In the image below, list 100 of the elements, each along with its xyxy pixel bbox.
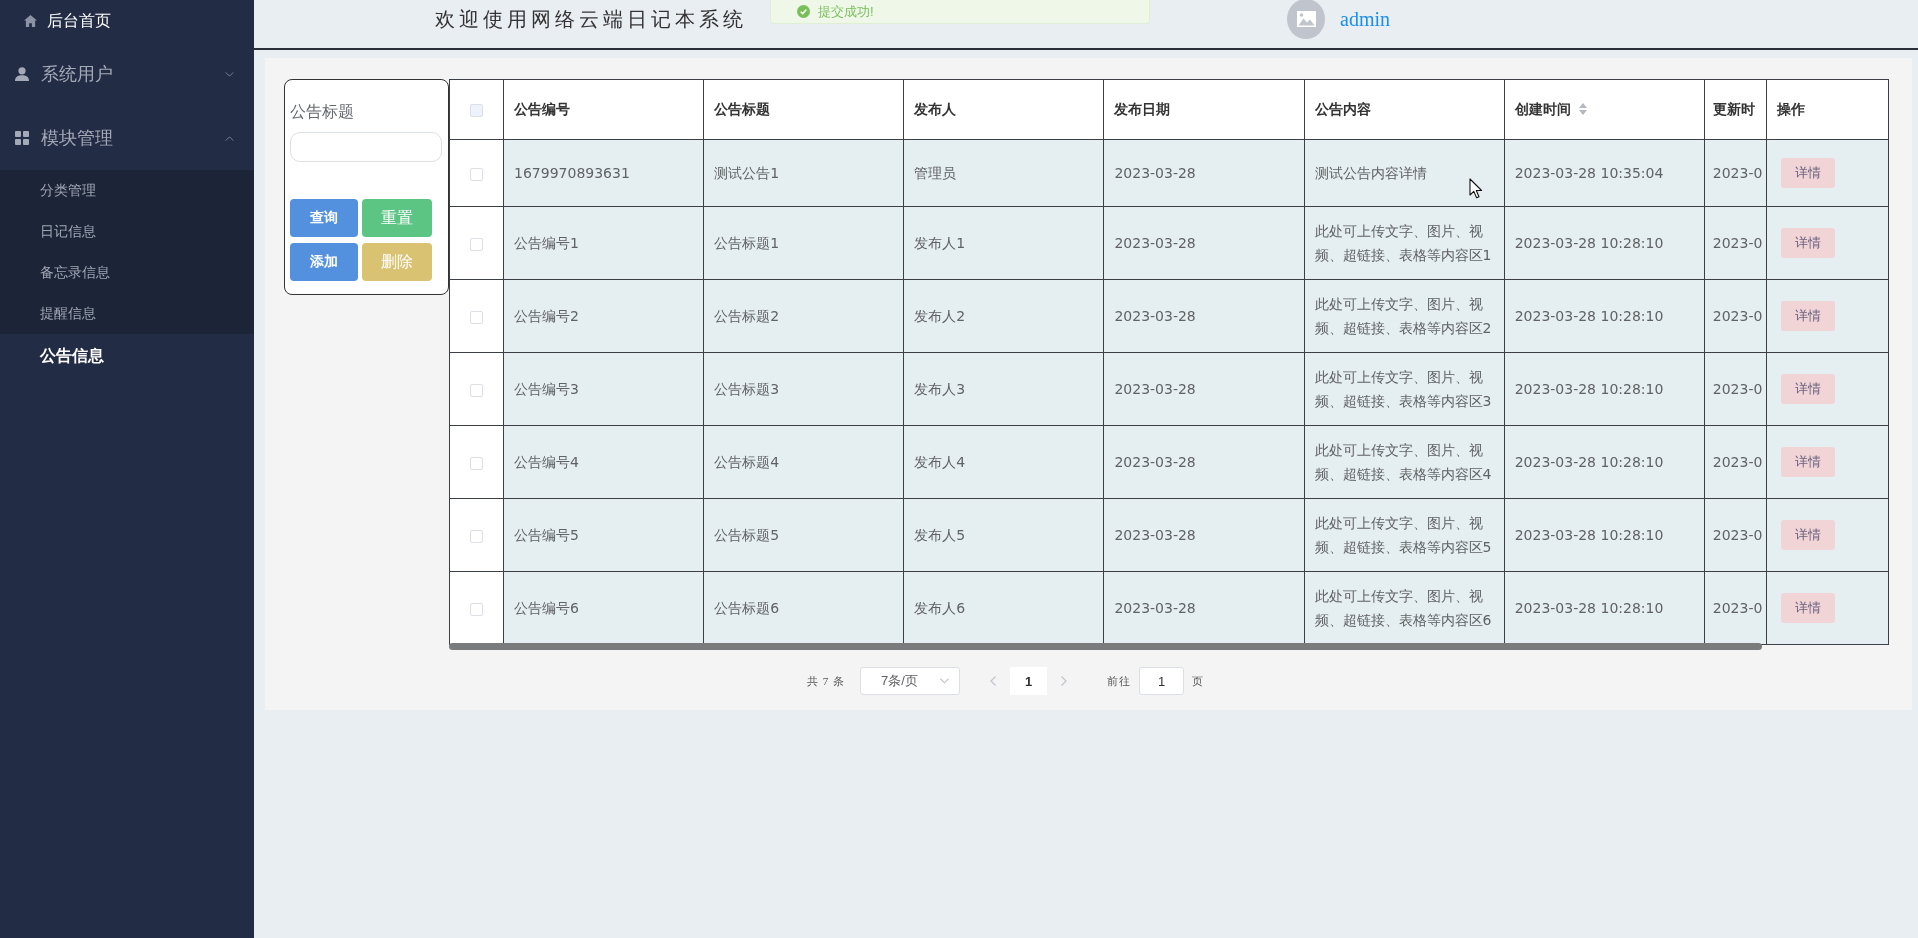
table-cell: 2023-03-28 — [1103, 279, 1305, 353]
sidebar-menu-item[interactable]: 模块管理 — [0, 106, 254, 170]
table-cell: 发布人6 — [903, 571, 1104, 645]
page-size-select[interactable]: 7条/页 — [860, 667, 960, 695]
column-header: 公告标题 — [703, 79, 904, 140]
details-button[interactable]: 详情 — [1780, 520, 1835, 550]
row-checkbox[interactable] — [470, 529, 483, 543]
page-suffix: 页 — [1192, 673, 1204, 689]
table-cell: 管理员 — [903, 139, 1104, 207]
row-checkbox[interactable] — [470, 456, 483, 470]
details-button[interactable]: 详情 — [1780, 447, 1835, 477]
add-button[interactable]: 添加 — [290, 243, 358, 281]
table-cell: 公告编号2 — [503, 279, 704, 353]
table-cell: 2023-03-28 — [1103, 139, 1305, 207]
column-header: 发布人 — [903, 79, 1104, 140]
table-cell: 公告编号1 — [503, 206, 704, 280]
table-cell: 2023-0 — [1704, 571, 1767, 645]
column-header: 发布日期 — [1103, 79, 1305, 140]
page-title: 欢迎使用网络云端日记本系统 — [435, 6, 747, 32]
grid-icon — [15, 131, 29, 145]
table-cell: 公告编号5 — [503, 498, 704, 572]
table-cell: 2023-0 — [1704, 139, 1767, 207]
table-cell: 2023-03-28 10:28:10 — [1504, 571, 1705, 645]
details-button[interactable]: 详情 — [1780, 593, 1835, 623]
total-count: 共 7 条 — [807, 673, 845, 689]
submenu-item[interactable]: 公告信息 — [0, 334, 254, 378]
sidebar-menu-item[interactable]: 后台首页 — [0, 0, 254, 42]
page-number-button[interactable]: 1 — [1010, 667, 1047, 695]
table-cell: 发布人3 — [903, 352, 1104, 426]
page-jump-field[interactable]: 1 — [1139, 667, 1184, 695]
mouse-pointer-icon — [1469, 178, 1483, 199]
column-header: 更新时 — [1704, 79, 1767, 140]
table-cell: 2023-0 — [1704, 425, 1767, 499]
table-cell: 公告标题4 — [703, 425, 904, 499]
avatar-placeholder-icon[interactable] — [1287, 0, 1325, 39]
table-cell: 公告标题5 — [703, 498, 904, 572]
table-cell: 公告标题3 — [703, 352, 904, 426]
toast-text: 提交成功! — [818, 2, 874, 21]
select-all-checkbox[interactable] — [470, 104, 483, 118]
table-cell: 2023-03-28 — [1103, 206, 1305, 280]
table-cell: 此处可上传文字、图片、视频、超链接、表格等内容区5 — [1304, 498, 1505, 572]
table-cell: 2023-0 — [1704, 498, 1767, 572]
submenu-item[interactable]: 备忘录信息 — [0, 252, 254, 293]
table-cell: 测试公告1 — [703, 139, 904, 207]
chevron-left-icon — [990, 676, 996, 686]
table-cell: 2023-03-28 10:28:10 — [1504, 352, 1705, 426]
column-header: 公告编号 — [503, 79, 704, 140]
table-cell: 此处可上传文字、图片、视频、超链接、表格等内容区2 — [1304, 279, 1505, 353]
column-header: 操作 — [1766, 79, 1889, 140]
search-field[interactable] — [290, 132, 442, 162]
table-cell: 发布人2 — [903, 279, 1104, 353]
table-cell: 2023-03-28 — [1103, 425, 1305, 499]
chevron-right-icon — [1061, 676, 1067, 686]
horizontal-scrollbar[interactable] — [449, 643, 1763, 650]
table-cell: 1679970893631 — [503, 139, 704, 207]
details-button[interactable]: 详情 — [1780, 228, 1835, 258]
row-checkbox[interactable] — [470, 167, 483, 181]
row-checkbox[interactable] — [470, 310, 483, 324]
table-cell: 公告标题6 — [703, 571, 904, 645]
column-header[interactable]: 创建时间 — [1504, 79, 1705, 140]
check-circle-icon — [797, 5, 810, 18]
details-button[interactable]: 详情 — [1780, 301, 1835, 331]
home-icon — [24, 15, 37, 27]
table-cell: 发布人4 — [903, 425, 1104, 499]
table-cell: 2023-03-28 — [1103, 352, 1305, 426]
submenu-item[interactable]: 提醒信息 — [0, 293, 254, 334]
user-icon — [15, 67, 29, 81]
table-cell: 发布人1 — [903, 206, 1104, 280]
sort-caret-icon[interactable] — [1578, 102, 1587, 115]
table-cell: 2023-03-28 10:35:04 — [1504, 139, 1705, 207]
table-cell: 发布人5 — [903, 498, 1104, 572]
details-button[interactable]: 详情 — [1780, 374, 1835, 404]
table-cell: 2023-03-28 — [1103, 571, 1305, 645]
row-checkbox[interactable] — [470, 602, 483, 616]
table-cell: 此处可上传文字、图片、视频、超链接、表格等内容区6 — [1304, 571, 1505, 645]
sidebar-menu-item[interactable]: 系统用户 — [0, 42, 254, 106]
username[interactable]: admin — [1340, 7, 1390, 31]
table-cell: 2023-03-28 — [1103, 498, 1305, 572]
row-checkbox[interactable] — [470, 237, 483, 251]
table-cell: 测试公告内容详情 — [1304, 139, 1505, 207]
table-cell: 2023-03-28 10:28:10 — [1504, 206, 1705, 280]
goto-label: 前往 — [1107, 673, 1131, 689]
search-label: 公告标题 — [290, 102, 355, 122]
search-button[interactable]: 查询 — [290, 199, 358, 237]
table-cell: 公告标题2 — [703, 279, 904, 353]
table-cell: 公告编号4 — [503, 425, 704, 499]
table-cell: 公告标题1 — [703, 206, 904, 280]
row-checkbox[interactable] — [470, 383, 483, 397]
table-cell: 2023-0 — [1704, 279, 1767, 353]
column-header: 公告内容 — [1304, 79, 1505, 140]
table-cell: 2023-03-28 10:28:10 — [1504, 279, 1705, 353]
table-cell: 公告编号3 — [503, 352, 704, 426]
table-cell: 此处可上传文字、图片、视频、超链接、表格等内容区4 — [1304, 425, 1505, 499]
table-cell: 公告编号6 — [503, 571, 704, 645]
details-button[interactable]: 详情 — [1780, 158, 1835, 188]
table-cell: 此处可上传文字、图片、视频、超链接、表格等内容区1 — [1304, 206, 1505, 280]
submenu-item[interactable]: 日记信息 — [0, 211, 254, 252]
table-cell: 此处可上传文字、图片、视频、超链接、表格等内容区3 — [1304, 352, 1505, 426]
submenu-item[interactable]: 分类管理 — [0, 170, 254, 211]
table-cell: 2023-0 — [1704, 352, 1767, 426]
